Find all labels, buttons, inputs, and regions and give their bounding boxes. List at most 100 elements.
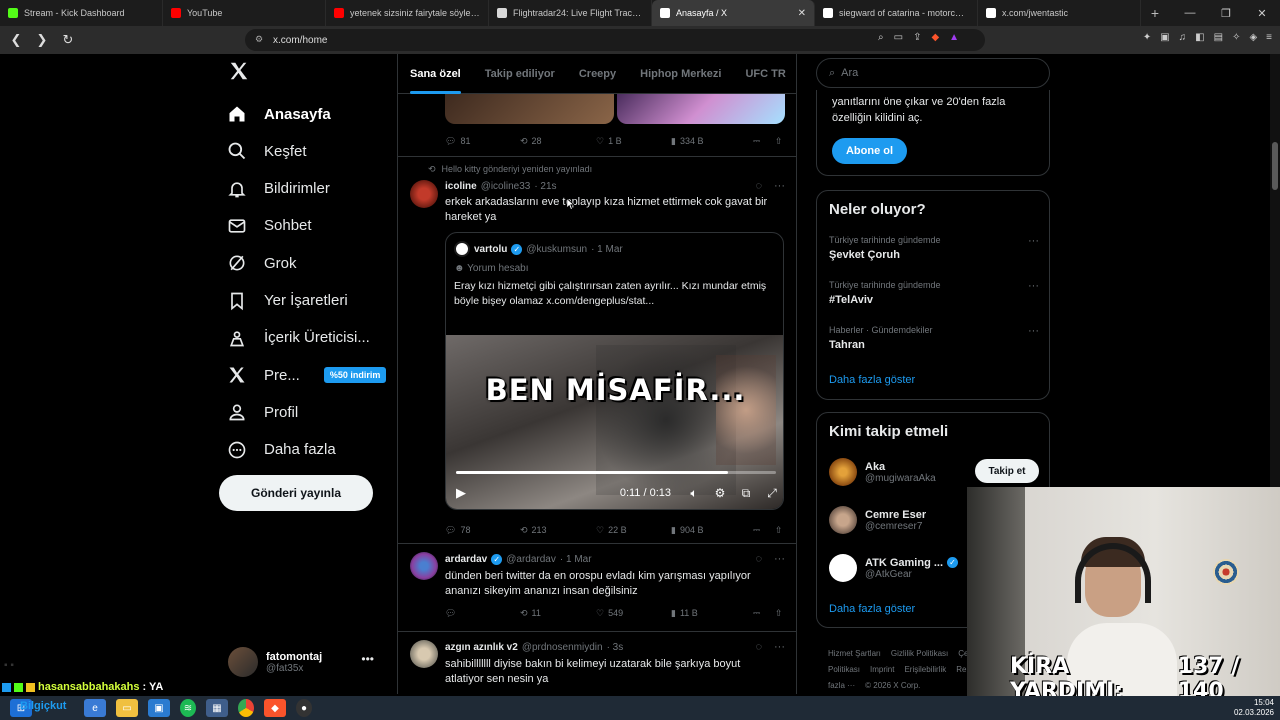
fullscreen-icon[interactable]: ⤢: [759, 486, 783, 501]
edge-icon[interactable]: e: [84, 699, 106, 717]
x-logo-icon[interactable]: [228, 60, 258, 90]
browser-tab[interactable]: yetenek sizsiniz fairytale söyleyen ad: [326, 0, 489, 26]
post-button[interactable]: Gönderi yayınla: [219, 475, 373, 511]
tweet[interactable]: ⟲ Hello kitty gönderiyi yeniden yayınlad…: [398, 156, 796, 542]
like-button[interactable]: ♡ 1 B: [596, 136, 671, 147]
chrome-icon[interactable]: [238, 699, 254, 717]
feed-tab[interactable]: Takip ediliyor: [473, 54, 567, 94]
browser-tab[interactable]: x.com/jwentastic: [978, 0, 1141, 26]
more-icon[interactable]: •••: [361, 652, 374, 666]
nav-item-more-circle[interactable]: Daha fazla: [226, 432, 336, 468]
scrollbar-thumb[interactable]: [1272, 142, 1278, 190]
follow-suggestion[interactable]: Aka @mugiwaraAka Takip et: [829, 455, 1039, 489]
screenshot-icon[interactable]: ▣: [1160, 32, 1169, 43]
spotify-icon[interactable]: ≋: [180, 699, 196, 717]
video-player[interactable]: BEN MİSAFİR... ▶ 0:11 / 0:13 🔈︎ ⚙ ⧉ ⤢: [446, 335, 783, 509]
views-button[interactable]: ▮ 904 B: [671, 525, 753, 536]
repost-button[interactable]: ⟲ 213: [520, 525, 596, 536]
brave-rewards-icon[interactable]: ▲: [949, 32, 959, 43]
forward-icon[interactable]: ❯: [32, 32, 52, 48]
show-more-link[interactable]: Daha fazla göster: [829, 603, 915, 615]
repost-button[interactable]: ⟲ 11: [520, 608, 596, 619]
author-name[interactable]: ardardav: [445, 554, 487, 565]
post-time[interactable]: · 1 Mar: [560, 554, 592, 565]
views-button[interactable]: ▮ 334 B: [671, 136, 753, 147]
share-icon[interactable]: ⇪: [913, 32, 921, 43]
author-handle[interactable]: @prdnosenmiydin: [522, 642, 603, 653]
share-icon[interactable]: ⇧: [775, 525, 785, 536]
avatar[interactable]: [410, 640, 438, 668]
bookmark-icon[interactable]: ⎓: [753, 525, 775, 536]
calculator-icon[interactable]: ▦: [206, 699, 228, 717]
nav-item-grok[interactable]: Grok: [226, 245, 297, 281]
trend-item[interactable]: Türkiye tarihinde gündemde Şevket Çoruh ··…: [829, 235, 1039, 261]
obs-icon[interactable]: ●: [296, 699, 312, 717]
tweet[interactable]: azgın azınlık v2 @prdnosenmiydin · 3s ◌ ·…: [398, 632, 796, 694]
nav-item-search[interactable]: Keşfet: [226, 133, 307, 169]
reload-icon[interactable]: ↻: [58, 32, 78, 48]
share-icon[interactable]: ⇧: [775, 608, 785, 619]
clock[interactable]: 15:04 02.03.2026: [1234, 698, 1274, 718]
play-icon[interactable]: ▶: [456, 485, 466, 501]
video-progress-bar[interactable]: [456, 471, 776, 474]
back-icon[interactable]: ❮: [6, 32, 26, 48]
post-time[interactable]: · 21s: [534, 181, 556, 192]
wallet-icon[interactable]: ▤: [1214, 32, 1223, 43]
maximize-button[interactable]: ❐: [1208, 0, 1244, 26]
menu-icon[interactable]: ≡: [1266, 32, 1272, 43]
avatar[interactable]: [410, 552, 438, 580]
more-icon[interactable]: ···: [1028, 325, 1039, 337]
close-tab-icon[interactable]: ✕: [798, 8, 806, 19]
browser-tab[interactable]: Flightradar24: Live Flight Tracker - Re: [489, 0, 652, 26]
like-button[interactable]: ♡ 22 B: [596, 525, 671, 536]
cast-icon[interactable]: ▭: [894, 32, 903, 43]
avatar[interactable]: [410, 180, 438, 208]
url-field[interactable]: ⚙ x.com/home: [245, 29, 985, 51]
search-input[interactable]: ⌕ Ara: [816, 58, 1050, 88]
views-button[interactable]: ▮ 11 B: [671, 608, 753, 619]
taskbar-search-label[interactable]: Bilgiçkut: [20, 700, 66, 712]
minimize-button[interactable]: —: [1172, 0, 1208, 26]
media-icon[interactable]: ♫: [1179, 32, 1187, 43]
reply-button[interactable]: 💬︎ 81: [445, 136, 520, 147]
previous-post-media[interactable]: [445, 94, 785, 124]
feed-tab[interactable]: Sana özel: [398, 54, 473, 94]
more-icon[interactable]: ···: [774, 553, 785, 565]
brave-icon[interactable]: ◆: [264, 699, 286, 717]
extensions-icon[interactable]: ✦: [1143, 32, 1151, 43]
browser-tab[interactable]: siegward of catarina - motorcu nefre: [815, 0, 978, 26]
trend-item[interactable]: Haberler · Gündemdekiler Tahran ···: [829, 325, 1039, 351]
reply-button[interactable]: 💬︎ 78: [445, 525, 520, 536]
zoom-icon[interactable]: ⌕: [878, 32, 884, 43]
browser-tab[interactable]: Anasayfa / X ✕: [652, 0, 815, 26]
more-icon[interactable]: ···: [1028, 280, 1039, 292]
reply-button[interactable]: 💬︎: [445, 608, 520, 619]
nav-item-person[interactable]: Profil: [226, 394, 298, 430]
nav-item-x-premium[interactable]: Pre... %50 indirim: [226, 357, 387, 393]
post-time[interactable]: · 3s: [607, 642, 624, 653]
footer-link[interactable]: © 2026 X Corp.: [865, 681, 920, 690]
store-icon[interactable]: ▣: [148, 699, 170, 717]
more-icon[interactable]: ···: [1028, 235, 1039, 247]
sidebar-icon[interactable]: ◧: [1195, 32, 1204, 43]
browser-tab[interactable]: YouTube: [163, 0, 326, 26]
follow-button[interactable]: Takip et: [975, 459, 1039, 483]
new-tab-button[interactable]: +: [1141, 5, 1169, 21]
vpn-icon[interactable]: ◈: [1249, 32, 1257, 43]
subscribe-button[interactable]: Abone ol: [832, 138, 907, 164]
footer-link[interactable]: Imprint: [870, 665, 894, 674]
tweet[interactable]: ardardav ✓ @ardardav · 1 Mar ◌ ··· dünden…: [398, 544, 796, 630]
nav-item-bell[interactable]: Bildirimler: [226, 171, 330, 207]
trend-item[interactable]: Türkiye tarihinde gündemde #TelAviv ···: [829, 280, 1039, 306]
author-name[interactable]: icoline: [445, 181, 477, 192]
author-handle[interactable]: @icoline33: [481, 181, 531, 192]
site-info-icon[interactable]: ⚙: [255, 34, 263, 45]
grok-icon[interactable]: ◌: [755, 180, 762, 192]
pip-icon[interactable]: ⧉: [733, 486, 759, 501]
feed-tab[interactable]: Hiphop Merkezi: [628, 54, 733, 94]
grok-icon[interactable]: ◌: [755, 553, 762, 565]
nav-item-creator[interactable]: İçerik Üreticisi...: [226, 320, 370, 356]
like-button[interactable]: ♡ 549: [596, 608, 671, 619]
share-icon[interactable]: ⇧: [775, 136, 785, 147]
footer-link[interactable]: Hizmet Şartları: [828, 649, 881, 658]
